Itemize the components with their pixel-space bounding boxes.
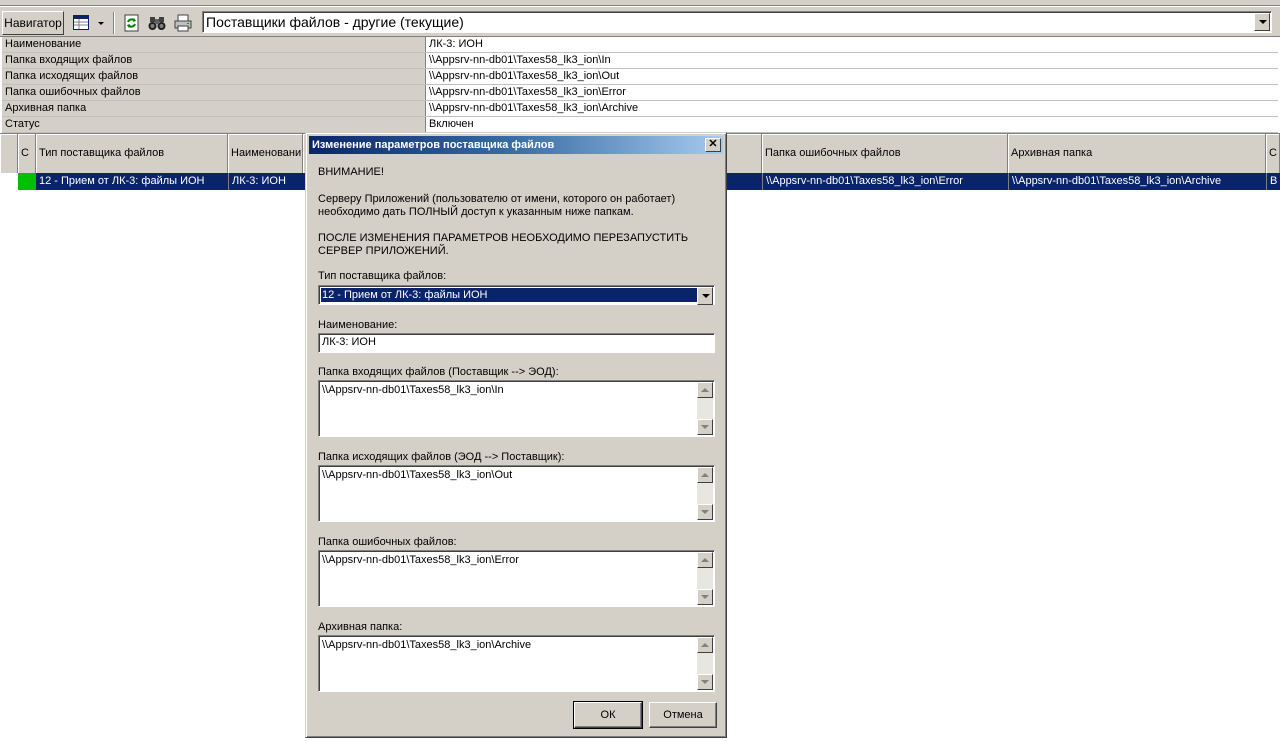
in-folder-field[interactable]: \\Appsrv-nn-db01\Taxes58_lk3_ion\In (318, 380, 715, 437)
property-row: Статус Включен (2, 117, 1278, 133)
error-folder-field[interactable]: \\Appsrv-nn-db01\Taxes58_lk3_ion\Error (318, 550, 715, 607)
property-label: Папка ошибочных файлов (2, 85, 426, 100)
error-folder-value: \\Appsrv-nn-db01\Taxes58_lk3_ion\Error (322, 554, 519, 566)
toolbar-separator (113, 12, 115, 34)
scroll-up-icon[interactable] (697, 637, 713, 653)
out-folder-label: Папка исходящих файлов (ЭОД --> Поставщи… (318, 451, 565, 463)
grid-header-type[interactable]: Тип поставщика файлов (36, 134, 228, 174)
grid-view-icon[interactable] (72, 13, 92, 33)
property-row: Папка исходящих файлов \\Appsrv-nn-db01\T… (2, 69, 1278, 85)
property-label: Архивная папка (2, 101, 426, 116)
scroll-up-icon[interactable] (697, 382, 713, 398)
dialog-titlebar[interactable]: Изменение параметров поставщика файлов ✕ (309, 136, 723, 154)
row-status-cell[interactable]: В (1266, 173, 1280, 190)
type-label: Тип поставщика файлов: (318, 270, 447, 282)
grid-header-indicator[interactable] (0, 134, 18, 174)
property-value: ЛК-3: ИОН (426, 37, 1278, 52)
toolbar: Навигатор Поставщики файлов - другие (те… (0, 6, 1280, 37)
chevron-down-icon[interactable] (697, 287, 713, 305)
property-row: Наименование ЛК-3: ИОН (2, 37, 1278, 53)
name-field[interactable]: ЛК-3: ИОН (318, 333, 715, 353)
property-value: \\Appsrv-nn-db01\Taxes58_lk3_ion\Out (426, 69, 1278, 84)
name-label: Наименование: (318, 319, 398, 331)
chevron-down-icon[interactable] (1254, 13, 1270, 31)
refresh-icon[interactable] (122, 13, 142, 33)
provider-view-combobox[interactable]: Поставщики файлов - другие (текущие) (202, 11, 1272, 33)
restart-warning: ПОСЛЕ ИЗМЕНЕНИЯ ПАРАМЕТРОВ НЕОБХОДИМО ПЕ… (318, 232, 689, 257)
property-value: Включен (426, 117, 1278, 132)
grid-header-c[interactable]: С (18, 134, 36, 174)
view-dropdown-icon[interactable] (95, 13, 107, 33)
grid-header-name[interactable]: Наименовани (228, 134, 303, 174)
combobox-value: Поставщики файлов - другие (текущие) (206, 14, 464, 30)
error-folder-label: Папка ошибочных файлов: (318, 536, 457, 548)
properties-panel: Наименование ЛК-3: ИОН Папка входящих фай… (2, 37, 1278, 133)
grid-header-status[interactable]: С (1266, 134, 1280, 174)
close-icon[interactable]: ✕ (705, 138, 721, 152)
archive-folder-label: Архивная папка: (318, 621, 403, 633)
row-indicator (0, 173, 18, 190)
archive-folder-value: \\Appsrv-nn-db01\Taxes58_lk3_ion\Archive (322, 639, 532, 651)
property-row: Папка ошибочных файлов \\Appsrv-nn-db01\T… (2, 85, 1278, 101)
property-row: Архивная папка \\Appsrv-nn-db01\Taxes58_l… (2, 101, 1278, 117)
cancel-button[interactable]: Отмена (649, 702, 717, 728)
grid-header-error-folder[interactable]: Папка ошибочных файлов (762, 134, 1008, 174)
grid-header-archive-folder[interactable]: Архивная папка (1008, 134, 1266, 174)
scrollbar[interactable] (697, 382, 713, 435)
row-type-cell[interactable]: 12 - Прием от ЛК-3: файлы ИОН (36, 173, 228, 190)
scroll-down-icon[interactable] (697, 504, 713, 520)
dialog-title: Изменение параметров поставщика файлов (312, 139, 555, 151)
row-archive-folder-cell[interactable]: \\Appsrv-nn-db01\Taxes58_lk3_ion\Archive (1008, 173, 1266, 190)
property-value: \\Appsrv-nn-db01\Taxes58_lk3_ion\Error (426, 85, 1278, 100)
property-row: Папка входящих файлов \\Appsrv-nn-db01\Ta… (2, 53, 1278, 69)
property-value: \\Appsrv-nn-db01\Taxes58_lk3_ion\In (426, 53, 1278, 68)
provider-type-value: 12 - Прием от ЛК-3: файлы ИОН (320, 287, 698, 303)
binoculars-icon[interactable] (147, 13, 167, 33)
out-folder-field[interactable]: \\Appsrv-nn-db01\Taxes58_lk3_ion\Out (318, 465, 715, 522)
property-label: Статус (2, 117, 426, 132)
ok-button[interactable]: ОК (573, 701, 643, 729)
property-value: \\Appsrv-nn-db01\Taxes58_lk3_ion\Archive (426, 101, 1278, 116)
property-label: Наименование (2, 37, 426, 52)
edit-provider-dialog: Изменение параметров поставщика файлов ✕… (305, 132, 727, 738)
row-error-folder-cell[interactable]: \\Appsrv-nn-db01\Taxes58_lk3_ion\Error (762, 173, 1008, 190)
scrollbar[interactable] (697, 467, 713, 520)
navigator-button[interactable]: Навигатор (2, 11, 64, 35)
warning-title: ВНИМАНИЕ! (318, 166, 384, 178)
scroll-down-icon[interactable] (697, 419, 713, 435)
in-folder-value: \\Appsrv-nn-db01\Taxes58_lk3_ion\In (322, 384, 504, 396)
out-folder-value: \\Appsrv-nn-db01\Taxes58_lk3_ion\Out (322, 469, 513, 481)
scroll-up-icon[interactable] (697, 552, 713, 568)
status-color-cell (18, 173, 36, 190)
warning-text: Серверу Приложений (пользователю от имен… (318, 193, 676, 218)
provider-type-select[interactable]: 12 - Прием от ЛК-3: файлы ИОН (318, 285, 715, 305)
property-label: Папка входящих файлов (2, 53, 426, 68)
property-label: Папка исходящих файлов (2, 69, 426, 84)
scrollbar[interactable] (697, 552, 713, 605)
in-folder-label: Папка входящих файлов (Поставщик --> ЭОД… (318, 366, 559, 378)
printer-icon[interactable] (173, 13, 193, 33)
row-name-cell[interactable]: ЛК-3: ИОН (228, 173, 303, 190)
archive-folder-field[interactable]: \\Appsrv-nn-db01\Taxes58_lk3_ion\Archive (318, 635, 715, 692)
scroll-down-icon[interactable] (697, 674, 713, 690)
scrollbar[interactable] (697, 637, 713, 690)
scroll-up-icon[interactable] (697, 467, 713, 483)
scroll-down-icon[interactable] (697, 589, 713, 605)
